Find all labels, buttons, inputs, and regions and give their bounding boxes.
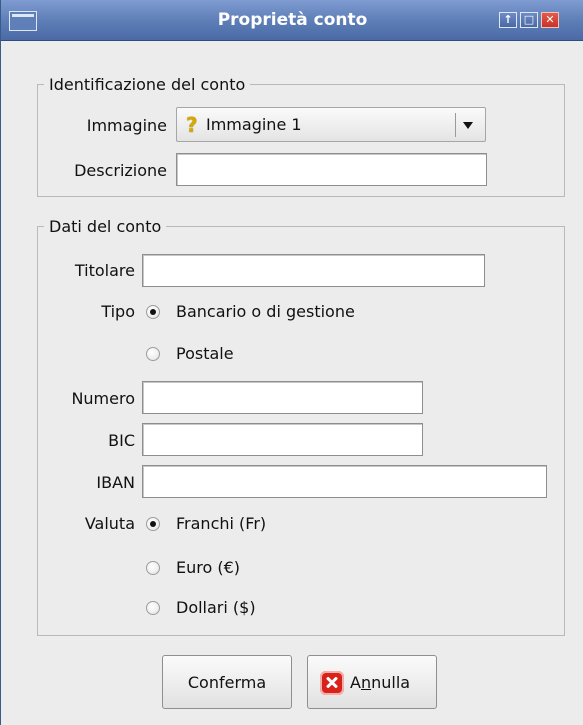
valuta-radio-franchi[interactable] bbox=[146, 517, 160, 531]
maximize-button[interactable]: □ bbox=[520, 12, 538, 28]
bic-field[interactable] bbox=[142, 423, 423, 456]
immagine-label: Immagine bbox=[86, 116, 167, 135]
immagine-combo-value: Immagine 1 bbox=[206, 115, 302, 134]
valuta-label: Valuta bbox=[84, 514, 135, 533]
window-title: Proprietà conto bbox=[217, 10, 368, 30]
title-bar[interactable]: Proprietà conto ↑ □ ✕ bbox=[1, 0, 583, 41]
tipo-radio-postale[interactable] bbox=[146, 347, 160, 361]
tipo-option-bancario[interactable]: Bancario o di gestione bbox=[176, 302, 355, 321]
account-data-legend: Dati del conto bbox=[49, 217, 162, 236]
chevron-down-icon[interactable] bbox=[463, 122, 473, 129]
titolare-label: Titolare bbox=[74, 261, 135, 280]
roll-up-button[interactable]: ↑ bbox=[499, 12, 517, 28]
immagine-combo[interactable]: ? Immagine 1 bbox=[176, 107, 486, 142]
tipo-radio-bancario[interactable] bbox=[146, 305, 160, 319]
combo-separator bbox=[455, 113, 456, 137]
valuta-option-franchi[interactable]: Franchi (Fr) bbox=[176, 514, 266, 533]
cancel-button-label: Annulla bbox=[350, 673, 411, 692]
question-mark-icon: ? bbox=[186, 113, 198, 137]
cancel-x-icon bbox=[320, 671, 344, 695]
account-identification-legend: Identificazione del conto bbox=[49, 75, 246, 94]
numero-field[interactable] bbox=[142, 381, 423, 414]
close-button[interactable]: ✕ bbox=[541, 12, 559, 28]
confirm-button-label: Conferma bbox=[187, 673, 267, 692]
valuta-radio-dollari[interactable] bbox=[146, 601, 160, 615]
iban-label: IBAN bbox=[96, 473, 135, 492]
numero-label: Numero bbox=[71, 389, 135, 408]
tipo-option-postale[interactable]: Postale bbox=[176, 344, 234, 363]
tipo-label: Tipo bbox=[101, 302, 135, 321]
iban-field[interactable] bbox=[142, 465, 547, 498]
descrizione-field[interactable] bbox=[176, 153, 487, 186]
confirm-button[interactable]: Conferma bbox=[162, 655, 292, 709]
titolare-field[interactable] bbox=[142, 254, 485, 287]
bic-label: BIC bbox=[108, 431, 135, 450]
account-properties-dialog: Proprietà conto ↑ □ ✕ Identificazione de… bbox=[0, 0, 583, 725]
valuta-option-dollari[interactable]: Dollari ($) bbox=[176, 598, 256, 617]
cancel-button[interactable]: Annulla bbox=[307, 655, 437, 709]
valuta-radio-euro[interactable] bbox=[146, 561, 160, 575]
descrizione-label: Descrizione bbox=[74, 161, 167, 180]
valuta-option-euro[interactable]: Euro (€) bbox=[176, 558, 240, 577]
